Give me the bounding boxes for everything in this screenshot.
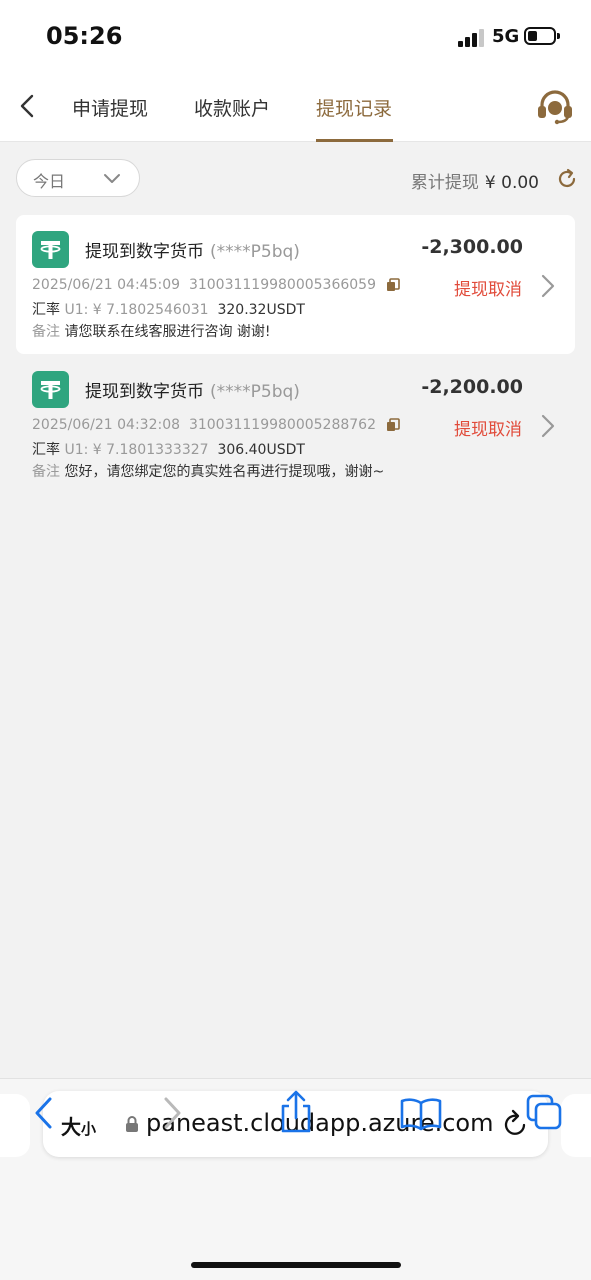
date-range-label: 今日 — [33, 172, 66, 191]
bookmarks-icon[interactable] — [400, 1097, 442, 1131]
next-tab-preview[interactable] — [561, 1094, 591, 1157]
signal-icon — [458, 29, 486, 47]
chevron-right-icon[interactable] — [540, 273, 556, 299]
record-type: 提现到数字货币 — [85, 382, 204, 402]
tabs-icon[interactable] — [526, 1094, 564, 1132]
usdt-coin-icon — [32, 231, 69, 268]
record-amount: -2,300.00 — [421, 236, 523, 258]
order-number: 310031119980005288762 — [188, 417, 376, 433]
note-text: 您好，请您绑定您的真实姓名再进行提现哦，谢谢~ — [64, 464, 385, 480]
top-nav: 申请提现 收款账户 提现记录 — [0, 72, 591, 142]
tab-withdraw-records[interactable]: 提现记录 — [316, 94, 392, 121]
note-label: 备注 — [32, 464, 60, 480]
record-rate: 汇率 U1: ¥ 7.1801333327 306.40USDT — [32, 439, 305, 459]
page-settings-button[interactable]: 大小 — [61, 1111, 96, 1140]
note-text: 请您联系在线客服进行咨询 谢谢! — [64, 324, 271, 340]
home-indicator — [191, 1262, 401, 1268]
date-range-select[interactable]: 今日 — [16, 159, 140, 197]
aa-small: 小 — [81, 1120, 97, 1138]
usdt-amount: 320.32USDT — [217, 302, 305, 318]
filter-bar: 今日 累计提现 ¥ 0.00 — [0, 142, 591, 212]
record-note: 备注 请您联系在线客服进行咨询 谢谢! — [32, 321, 271, 341]
masked-account: (****P5bq) — [210, 382, 300, 402]
browser-back-icon[interactable] — [30, 1096, 58, 1130]
status-bar: 05:26 5G — [0, 0, 591, 72]
status-cancelled: 提现取消 — [454, 280, 522, 300]
copy-icon[interactable] — [386, 418, 400, 432]
record-meta: 2025/06/21 04:45:09 31003111998000536605… — [32, 277, 400, 293]
chevron-down-icon — [104, 174, 120, 183]
withdraw-record[interactable]: 提现到数字货币 (****P5bq) -2,300.00 2025/06/21 0… — [16, 215, 575, 354]
copy-icon[interactable] — [386, 278, 400, 292]
record-datetime: 2025/06/21 04:45:09 — [32, 277, 181, 293]
browser-forward-icon[interactable] — [158, 1096, 186, 1130]
aa-big: 大 — [61, 1115, 81, 1139]
network-label: 5G — [492, 26, 520, 47]
total-value: ¥ 0.00 — [484, 173, 539, 193]
masked-account: (****P5bq) — [210, 242, 300, 262]
rate-value: U1: ¥ 7.1802546031 — [64, 302, 209, 318]
record-amount: -2,200.00 — [421, 376, 523, 398]
usdt-amount: 306.40USDT — [217, 442, 305, 458]
rate-value: U1: ¥ 7.1801333327 — [64, 442, 209, 458]
record-type: 提现到数字货币 — [85, 242, 204, 262]
back-arrow-icon[interactable] — [14, 90, 44, 122]
share-icon[interactable] — [278, 1090, 314, 1134]
lock-icon — [126, 1116, 138, 1132]
record-rate: 汇率 U1: ¥ 7.1802546031 320.32USDT — [32, 299, 305, 319]
refresh-icon[interactable] — [556, 168, 578, 190]
order-number: 310031119980005366059 — [188, 277, 376, 293]
tab-apply-withdraw[interactable]: 申请提现 — [72, 94, 148, 121]
previous-tab-preview[interactable] — [0, 1094, 30, 1157]
battery-icon — [524, 27, 560, 45]
withdraw-record[interactable]: 提现到数字货币 (****P5bq) -2,200.00 2025/06/21 0… — [16, 355, 575, 494]
status-cancelled: 提现取消 — [454, 420, 522, 440]
chevron-right-icon[interactable] — [540, 413, 556, 439]
total-label: 累计提现 — [410, 173, 479, 193]
record-meta: 2025/06/21 04:32:08 31003111998000528876… — [32, 417, 400, 433]
rate-label: 汇率 — [32, 302, 60, 318]
note-label: 备注 — [32, 324, 60, 340]
total-withdrawn: 累计提现 ¥ 0.00 — [411, 168, 539, 193]
customer-service-headset-icon[interactable] — [536, 89, 574, 125]
rate-label: 汇率 — [32, 442, 60, 458]
record-title: 提现到数字货币 (****P5bq) — [85, 237, 300, 262]
status-time: 05:26 — [46, 22, 123, 50]
usdt-coin-icon — [32, 371, 69, 408]
record-title: 提现到数字货币 (****P5bq) — [85, 377, 300, 402]
reload-icon[interactable] — [501, 1109, 529, 1139]
record-datetime: 2025/06/21 04:32:08 — [32, 417, 181, 433]
tab-receiving-account[interactable]: 收款账户 — [194, 94, 270, 121]
record-note: 备注 您好，请您绑定您的真实姓名再进行提现哦，谢谢~ — [32, 461, 384, 481]
